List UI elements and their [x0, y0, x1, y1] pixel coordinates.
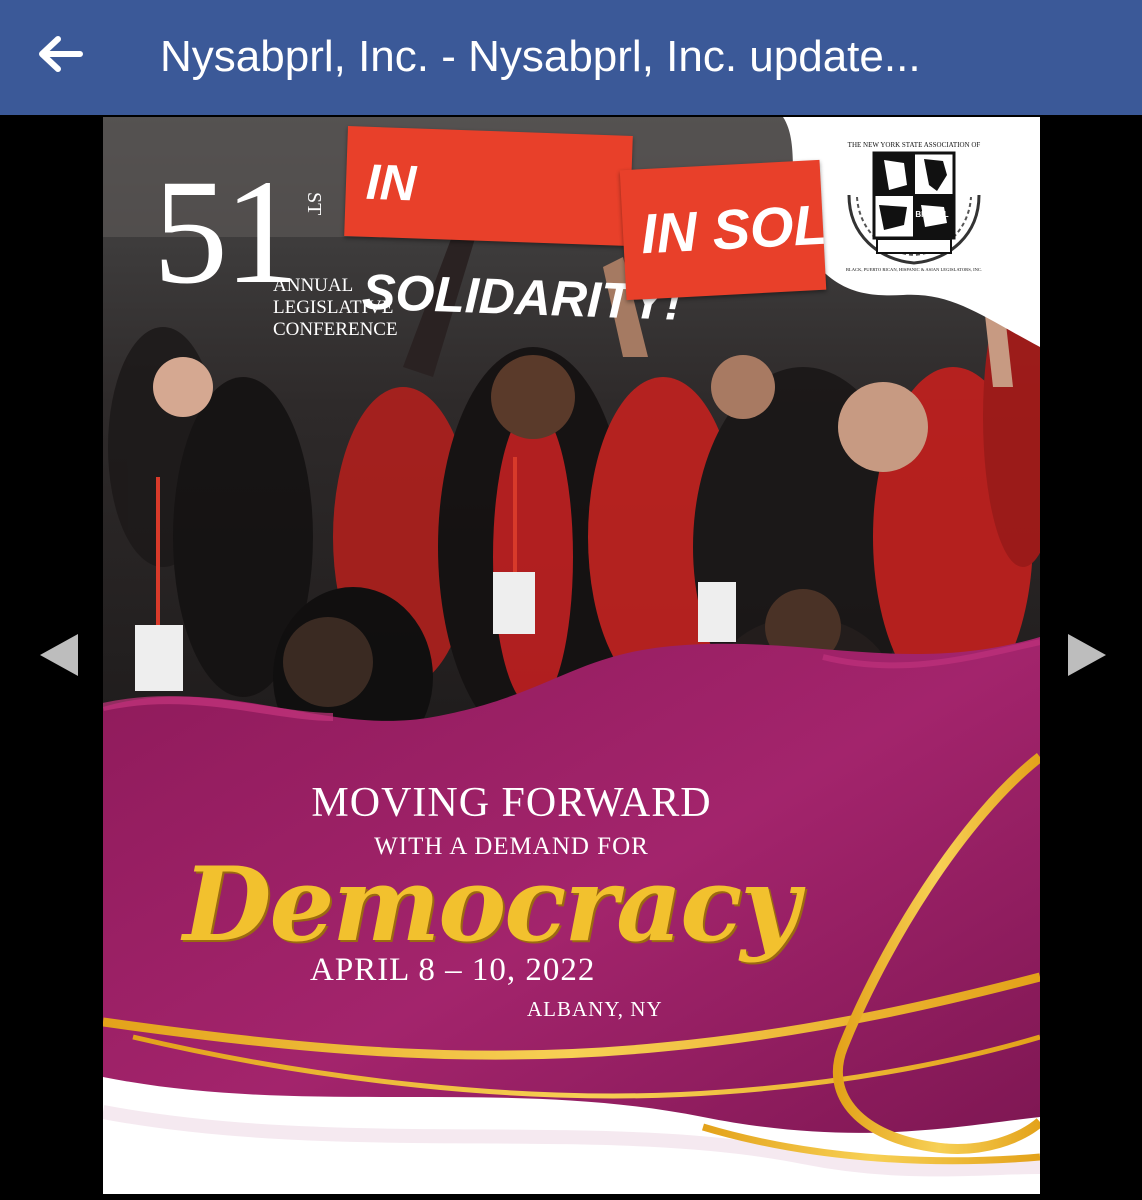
event-dates: APRIL 8 – 10, 2022 [310, 952, 596, 988]
logo-top-text: THE NEW YORK STATE ASSOCIATION OF [848, 141, 981, 149]
protest-sign: IN SOLI [619, 159, 827, 301]
logo-banner-text: BPRHAL [915, 210, 948, 219]
top-app-bar: Nysabprl, Inc. - Nysabprl, Inc. update..… [0, 0, 1142, 115]
conference-line: ANNUAL [273, 275, 354, 296]
bprhal-logo: THE NEW YORK STATE ASSOCIATION OF BPRHAL… [846, 141, 982, 273]
ordinal-suffix: ST [303, 192, 325, 216]
back-button[interactable] [26, 22, 96, 92]
event-poster-image[interactable]: IN SOLIDARITY! IN SOLI 51 ST ANNUAL LEGI… [103, 117, 1040, 1194]
next-photo-button[interactable] [1060, 630, 1110, 680]
democracy-script-title: Democracy [183, 845, 800, 965]
protest-sign: IN SOLIDARITY! [344, 126, 682, 331]
chevron-right-icon [1068, 634, 1106, 676]
conference-line: CONFERENCE [273, 319, 398, 340]
logo-bottom-text: BLACK, PUERTO RICAN, HISPANIC & ASIAN LE… [846, 267, 982, 273]
conference-line: LEGISLATIVE [273, 297, 394, 318]
back-arrow-icon [39, 36, 83, 72]
event-location: ALBANY, NY [527, 997, 663, 1021]
headline: MOVING FORWARD [311, 780, 712, 826]
page-title: Nysabprl, Inc. - Nysabprl, Inc. update..… [160, 32, 921, 81]
chevron-left-icon [40, 634, 78, 676]
previous-photo-button[interactable] [36, 630, 86, 680]
